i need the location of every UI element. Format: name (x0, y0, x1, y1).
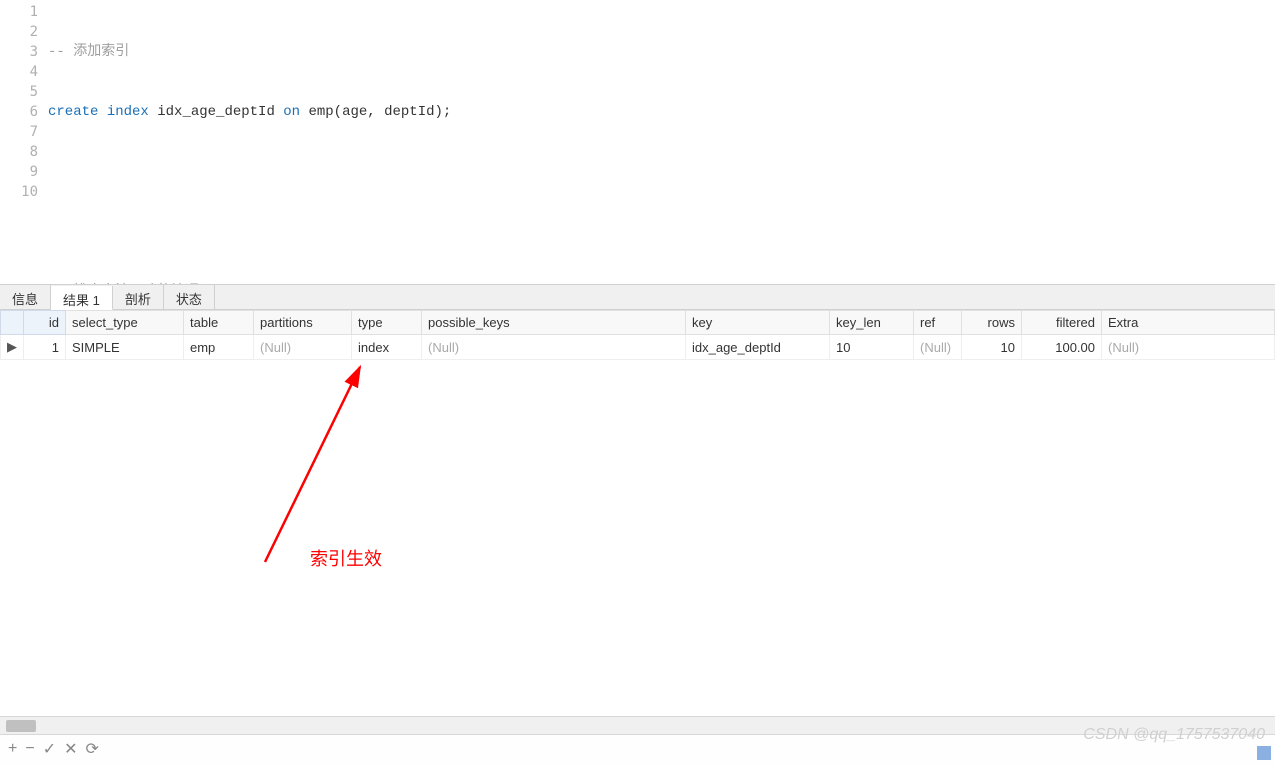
grid-view-icon[interactable] (1257, 746, 1271, 760)
col-partitions[interactable]: partitions (254, 311, 352, 335)
annotation-text: 索引生效 (310, 545, 382, 571)
col-ref[interactable]: ref (914, 311, 962, 335)
tab-result-1[interactable]: 结果 1 (51, 286, 113, 310)
row-marker-header (1, 311, 24, 335)
annotation-arrow (225, 362, 405, 572)
col-possible-keys[interactable]: possible_keys (422, 311, 686, 335)
table-row[interactable]: ▶ 1 SIMPLE emp (Null) index (Null) idx_a… (1, 335, 1275, 360)
cell-rows: 10 (962, 335, 1022, 360)
cell-key-len: 10 (830, 335, 914, 360)
cell-key: idx_age_deptId (686, 335, 830, 360)
col-table[interactable]: table (184, 311, 254, 335)
cell-id: 1 (24, 335, 66, 360)
code-content[interactable]: -- 添加索引 create index idx_age_deptId on e… (48, 0, 1275, 284)
cell-extra: (Null) (1102, 335, 1275, 360)
tab-info[interactable]: 信息 (0, 285, 51, 309)
scrollbar-thumb[interactable] (6, 720, 36, 732)
cell-type: index (352, 335, 422, 360)
apply-button[interactable]: ✓ (43, 739, 56, 759)
code-comment: -- 添加索引 (48, 44, 129, 60)
tab-profile[interactable]: 剖析 (113, 285, 164, 309)
delete-record-button[interactable]: − (25, 740, 34, 758)
refresh-button[interactable]: ⟳ (86, 739, 99, 759)
col-rows[interactable]: rows (962, 311, 1022, 335)
result-tabs: 信息 结果 1 剖析 状态 (0, 284, 1275, 310)
cell-select-type: SIMPLE (66, 335, 184, 360)
sql-editor[interactable]: 12345678910 -- 添加索引 create index idx_age… (0, 0, 1275, 284)
result-panel: id select_type table partitions type pos… (0, 310, 1275, 710)
cell-ref: (Null) (914, 335, 962, 360)
table-header-row: id select_type table partitions type pos… (1, 311, 1275, 335)
cell-filtered: 100.00 (1022, 335, 1102, 360)
tab-status[interactable]: 状态 (164, 285, 215, 309)
col-type[interactable]: type (352, 311, 422, 335)
col-key[interactable]: key (686, 311, 830, 335)
col-filtered[interactable]: filtered (1022, 311, 1102, 335)
col-select-type[interactable]: select_type (66, 311, 184, 335)
col-key-len[interactable]: key_len (830, 311, 914, 335)
add-record-button[interactable]: + (8, 740, 17, 758)
col-extra[interactable]: Extra (1102, 311, 1275, 335)
cell-partitions: (Null) (254, 335, 352, 360)
current-row-marker: ▶ (1, 335, 24, 360)
line-gutter: 12345678910 (0, 0, 48, 284)
cell-possible-keys: (Null) (422, 335, 686, 360)
col-id[interactable]: id (24, 311, 66, 335)
watermark: CSDN @qq_1757537040 (1083, 726, 1265, 744)
explain-result-table[interactable]: id select_type table partitions type pos… (0, 310, 1275, 360)
cancel-button[interactable]: ✕ (64, 739, 77, 759)
cell-table: emp (184, 335, 254, 360)
